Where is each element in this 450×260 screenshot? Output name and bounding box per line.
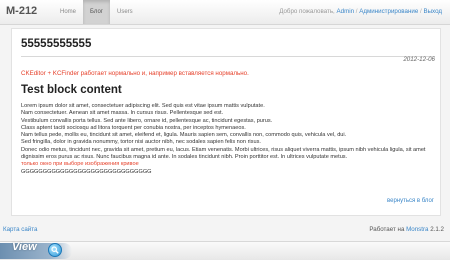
body-line: Class aptent taciti sociosqu ad litora t… [21,124,246,131]
magnifier-icon[interactable] [48,243,62,257]
monstra-link[interactable]: Monstra [406,226,428,233]
body-line: Lorem ipsum dolor sit amet, consectetuer… [21,103,265,109]
separator: / [355,8,358,15]
nav-item-blog[interactable]: Блог [83,0,110,24]
nav-item-users[interactable]: Users [110,0,140,24]
title-divider [21,56,435,57]
body-line: Sed fringilla, dolor in gravida nonummy,… [21,139,261,146]
logout-link[interactable]: Выход [423,8,442,15]
block-heading: Test block content [21,84,122,96]
main-nav: Home Блог Users [53,0,140,24]
body-line: Nam tellus pede, mollis eu, tincidunt si… [21,132,347,139]
nav-item-home[interactable]: Home [53,0,83,24]
body-line: Vestibulum convallis porta tellus. Sed a… [21,117,273,124]
separator: / [420,8,422,15]
back-to-blog-link[interactable]: вернуться в блог [387,198,434,204]
post-title: 55555555555 [21,38,92,50]
sitemap-link[interactable]: Карта сайта [3,226,37,233]
user-link[interactable]: Admin [337,8,355,15]
powered-by: Работает на Monstra 2.1.2 [369,226,444,233]
editor-notice: CKEditor + KCFinder работает нормально и… [21,70,249,77]
post-content-box: 55555555555 2012-12-06 CKEditor + KCFind… [11,28,441,216]
view-label[interactable]: View [12,241,37,253]
trailing-line: GGGGGGGGGGGGGGGGGGGGGGGGGGGGGG [21,168,152,175]
admin-link[interactable]: Администрирование [359,8,418,15]
site-brand[interactable]: M-212 [6,5,37,17]
welcome-text: Добро пожаловать, [279,8,335,15]
user-bar: Добро пожаловать, Admin / Администрирова… [279,0,442,24]
version-text: 2.1.2 [430,226,444,233]
powered-prefix: Работает на [369,226,405,233]
body-line: Donec odio metus, tincidunt nec, gravida… [21,146,426,161]
body-line: Nam consectetuer. Aenean sit amet massa.… [21,110,224,117]
post-body: Lorem ipsum dolor sit amet, consectetuer… [21,103,435,176]
top-navbar: M-212 Home Блог Users Добро пожаловать, … [0,0,450,25]
red-note: только окно при выборе изображения криво… [21,161,139,168]
post-date: 2012-12-06 [403,56,435,63]
